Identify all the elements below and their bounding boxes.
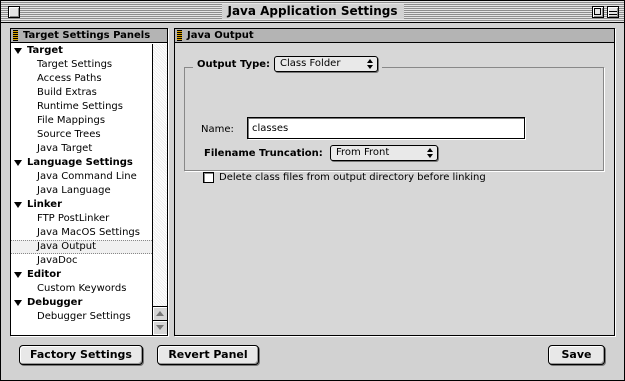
save-button[interactable]: Save — [548, 345, 605, 365]
tree-item-label: Editor — [27, 269, 61, 280]
tree-group[interactable]: Editor — [11, 268, 152, 282]
scroll-up-arrow-icon[interactable] — [153, 306, 167, 320]
tree-item[interactable]: Custom Keywords — [11, 282, 152, 296]
tree-item-label: Access Paths — [37, 73, 102, 84]
grip-icon — [13, 30, 18, 41]
tree-item[interactable]: Java MacOS Settings — [11, 226, 152, 240]
java-output-panel: Java Output Name: Filename Truncation: F… — [174, 28, 615, 336]
tree-item-label: Java Language — [37, 185, 111, 196]
left-panel-title: Target Settings Panels — [23, 30, 151, 41]
output-type-value: Class Folder — [280, 58, 341, 69]
tree-item[interactable]: Runtime Settings — [11, 100, 152, 114]
tree-item[interactable]: File Mappings — [11, 114, 152, 128]
grip-icon — [177, 30, 182, 41]
tree-item[interactable]: Java Language — [11, 184, 152, 198]
tree-group[interactable]: Language Settings — [11, 156, 152, 170]
title-bar[interactable]: Java Application Settings — [1, 1, 624, 23]
tree-item-label: Target — [27, 45, 63, 56]
scrollbar-track[interactable] — [153, 44, 167, 306]
tree-item-label: Java Target — [37, 143, 93, 154]
disclosure-triangle-icon[interactable] — [14, 160, 22, 166]
close-box-icon[interactable] — [8, 6, 20, 18]
tree-item[interactable]: Access Paths — [11, 72, 152, 86]
tree-item[interactable]: FTP PostLinker — [11, 212, 152, 226]
tree-item-label: Java MacOS Settings — [37, 227, 140, 238]
tree-item-label: Runtime Settings — [37, 101, 123, 112]
tree-item[interactable]: Java Command Line — [11, 170, 152, 184]
scroll-down-arrow-icon[interactable] — [153, 320, 167, 334]
filename-truncation-popup[interactable]: From Front — [330, 145, 438, 161]
disclosure-triangle-icon[interactable] — [14, 300, 22, 306]
tree-item-label: Debugger Settings — [37, 311, 131, 322]
settings-tree: Target Target Settings Access Paths Build E… — [11, 44, 152, 335]
disclosure-triangle-icon[interactable] — [14, 272, 22, 278]
tree-item-label: Target Settings — [37, 59, 113, 70]
name-field[interactable] — [247, 117, 525, 139]
disclosure-triangle-icon[interactable] — [14, 48, 22, 54]
tree-item-label: Linker — [27, 199, 63, 210]
tree-item-label: File Mappings — [37, 115, 106, 126]
output-group-box: Name: Filename Truncation: From Front De… — [184, 67, 604, 183]
popup-arrows-icon — [367, 59, 374, 69]
right-panel-header: Java Output — [175, 29, 614, 43]
tree-item-label: Build Extras — [37, 87, 97, 98]
zoom-box-icon[interactable] — [592, 6, 604, 18]
tree-item-label: JavaDoc — [37, 255, 78, 266]
tree-item[interactable]: Target Settings — [11, 58, 152, 72]
factory-settings-button[interactable]: Factory Settings — [19, 345, 143, 365]
tree-group[interactable]: Target — [11, 44, 152, 58]
tree-item-label: FTP PostLinker — [37, 213, 110, 224]
popup-arrows-icon — [427, 148, 434, 158]
tree-item[interactable]: Java Output — [11, 240, 152, 254]
left-panel-header: Target Settings Panels — [11, 29, 167, 43]
disclosure-triangle-icon[interactable] — [14, 202, 22, 208]
delete-class-files-checkbox[interactable] — [203, 172, 214, 183]
tree-item-label: Source Trees — [37, 129, 101, 140]
window-title: Java Application Settings — [221, 4, 404, 19]
filename-truncation-value: From Front — [336, 147, 390, 158]
tree-item-label: Language Settings — [27, 157, 133, 168]
right-panel-title: Java Output — [187, 30, 254, 41]
tree-item[interactable]: Build Extras — [11, 86, 152, 100]
tree-item[interactable]: Source Trees — [11, 128, 152, 142]
output-type-label: Output Type: — [197, 58, 271, 70]
tree-item[interactable]: Java Target — [11, 142, 152, 156]
tree-item-label: Java Output — [37, 241, 97, 252]
settings-window: Java Application Settings Target Setting… — [0, 0, 625, 381]
tree-item[interactable]: JavaDoc — [11, 254, 152, 268]
tree-item-label: Custom Keywords — [37, 283, 127, 294]
tree-item[interactable]: Debugger Settings — [11, 310, 152, 324]
filename-truncation-label: Filename Truncation: — [204, 148, 323, 159]
output-type-row: Output Type: Class Folder — [193, 55, 383, 73]
tree-group[interactable]: Debugger — [11, 296, 152, 310]
name-label: Name: — [201, 124, 234, 135]
target-settings-panels: Target Settings Panels Target Target Sett… — [10, 28, 168, 336]
tree-scrollbar[interactable] — [152, 44, 167, 335]
tree-item-label: Debugger — [27, 297, 83, 308]
revert-panel-button[interactable]: Revert Panel — [157, 345, 259, 365]
tree-item-label: Java Command Line — [37, 171, 137, 182]
output-type-popup[interactable]: Class Folder — [274, 56, 379, 72]
tree-group[interactable]: Linker — [11, 198, 152, 212]
collapse-box-icon[interactable] — [607, 6, 619, 18]
delete-class-files-label[interactable]: Delete class files from output directory… — [219, 172, 486, 183]
